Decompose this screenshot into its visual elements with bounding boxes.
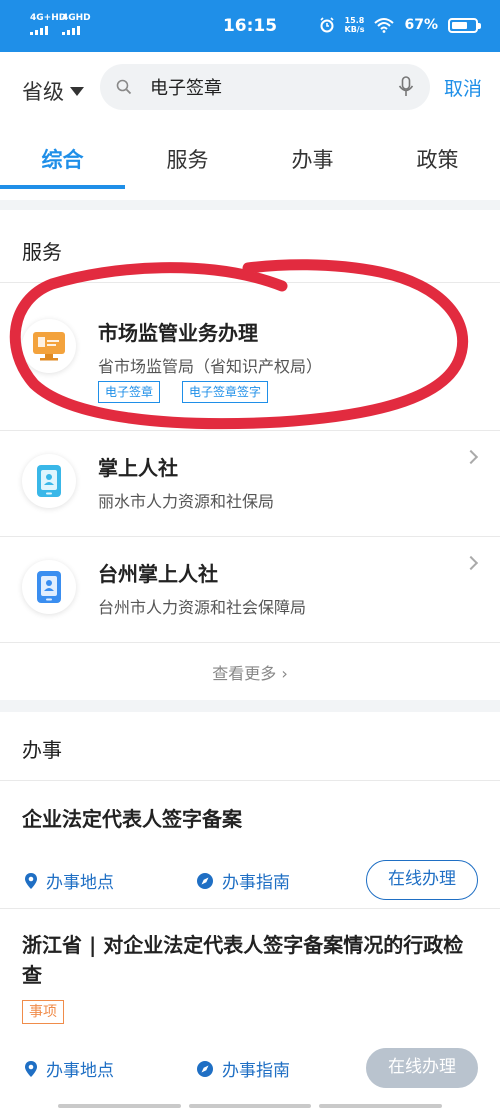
location-link[interactable]: 办事地点 <box>24 1056 114 1081</box>
service-name: 台州掌上人社 <box>98 562 218 586</box>
location-pin-icon <box>25 872 37 889</box>
wifi-icon <box>374 18 395 33</box>
affair-title[interactable]: 浙江省 | 对企业法定代表人签字备案情况的行政检查 <box>22 930 482 990</box>
service-tag: 电子签章 <box>98 381 161 403</box>
bottom-scrollbar <box>58 1104 443 1108</box>
caret-down-icon <box>70 86 84 96</box>
battery-percent: 67% <box>404 17 438 33</box>
alarm-icon <box>319 17 334 33</box>
mobile-social-security-icon <box>22 454 76 508</box>
location-label: 办事地点 <box>46 873 114 893</box>
tab-affairs[interactable]: 办事 <box>250 144 375 174</box>
guide-link[interactable]: 办事指南 <box>196 1056 290 1081</box>
battery-icon <box>448 17 481 33</box>
result-tabs: 综合 服务 办事 政策 <box>0 140 500 200</box>
location-link[interactable]: 办事地点 <box>24 868 114 893</box>
market-supervision-icon <box>22 319 76 373</box>
affairs-section: 办事 企业法定代表人签字备案 办事地点 办事指南 在线办理 浙江省 | 对企业法… <box>0 712 500 1110</box>
search-icon <box>116 79 132 95</box>
search-query: 电子签章 <box>150 78 222 99</box>
service-org: 丽水市人力资源和社保局 <box>98 492 275 511</box>
chevron-right-icon: › <box>281 664 288 683</box>
divider <box>0 282 500 283</box>
tab-services[interactable]: 服务 <box>125 144 250 174</box>
search-input[interactable]: 电子签章 <box>100 64 430 110</box>
service-name: 掌上人社 <box>98 456 178 480</box>
tab-policy[interactable]: 政策 <box>375 144 500 174</box>
divider <box>0 908 500 909</box>
divider <box>0 642 500 643</box>
cancel-button[interactable]: 取消 <box>444 74 482 101</box>
service-tag: 电子签章签字 <box>182 381 269 403</box>
service-item[interactable]: 掌上人社 丽水市人力资源和社保局 <box>0 430 500 536</box>
net-speed-value: 15.8 <box>344 16 365 25</box>
service-org: 省市场监管局（省知识产权局） <box>98 357 323 376</box>
compass-icon <box>197 1060 213 1077</box>
view-more-label: 查看更多 <box>212 664 277 683</box>
battery-fill <box>452 21 467 29</box>
chevron-right-icon <box>463 449 479 465</box>
guide-label: 办事指南 <box>222 1061 290 1081</box>
compass-icon <box>197 872 213 889</box>
service-org: 台州市人力资源和社会保障局 <box>98 598 307 617</box>
microphone-icon[interactable] <box>398 76 414 98</box>
region-label: 省级 <box>22 80 64 104</box>
guide-link[interactable]: 办事指南 <box>196 868 290 893</box>
location-label: 办事地点 <box>46 1061 114 1081</box>
affair-title[interactable]: 企业法定代表人签字备案 <box>22 804 482 834</box>
affairs-section-title: 办事 <box>22 738 62 762</box>
location-pin-icon <box>25 1060 37 1077</box>
active-tab-indicator <box>0 185 125 189</box>
online-handle-button[interactable]: 在线办理 <box>366 860 478 900</box>
net-speed-unit: KB/s <box>344 25 365 34</box>
guide-label: 办事指南 <box>222 873 290 893</box>
divider <box>0 780 500 781</box>
view-more-link[interactable]: 查看更多 › <box>0 660 500 684</box>
net-speed: 15.8 KB/s <box>345 16 365 34</box>
online-handle-button-disabled: 在线办理 <box>366 1048 478 1088</box>
service-item[interactable]: 市场监管业务办理 省市场监管局（省知识产权局） 电子签章 电子签章签字 <box>0 295 500 430</box>
tab-comprehensive[interactable]: 综合 <box>0 144 125 174</box>
services-section: 服务 市场监管业务办理 省市场监管局（省知识产权局） 电子签章 电子签章签字 掌… <box>0 210 500 700</box>
service-name: 市场监管业务办理 <box>98 321 258 345</box>
item-type-badge: 事项 <box>22 1000 64 1024</box>
region-selector[interactable]: 省级 <box>22 76 84 106</box>
chevron-right-icon <box>463 555 479 571</box>
services-section-title: 服务 <box>22 240 62 264</box>
search-header: 省级 电子签章 取消 综合 服务 办事 政策 <box>0 52 500 200</box>
mobile-social-security-icon <box>22 560 76 614</box>
status-bar: 4G+HD 4GHD 16:15 15.8 KB/s 67% <box>0 0 500 52</box>
service-item[interactable]: 台州掌上人社 台州市人力资源和社会保障局 <box>0 536 500 642</box>
